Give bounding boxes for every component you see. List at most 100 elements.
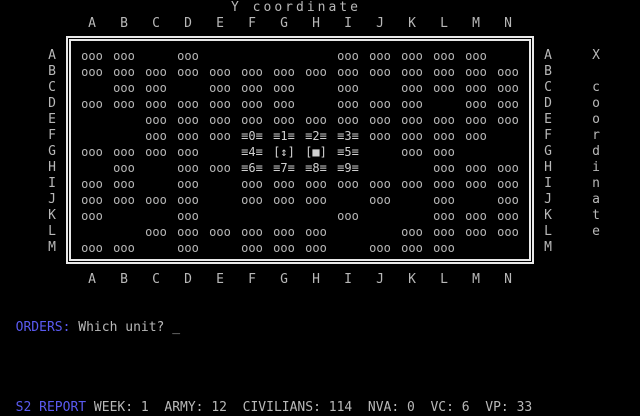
village-cell[interactable]: ooo — [396, 176, 428, 192]
village-cell[interactable]: ooo — [172, 112, 204, 128]
village-cell[interactable]: ooo — [204, 128, 236, 144]
village-cell[interactable]: ooo — [300, 240, 332, 256]
empty-cell[interactable] — [332, 192, 364, 208]
empty-cell[interactable] — [108, 224, 140, 240]
village-cell[interactable]: ooo — [460, 48, 492, 64]
village-cell[interactable]: ooo — [236, 224, 268, 240]
village-cell[interactable]: ooo — [396, 48, 428, 64]
village-cell[interactable]: ooo — [172, 144, 204, 160]
village-cell[interactable]: ooo — [108, 48, 140, 64]
empty-cell[interactable] — [364, 144, 396, 160]
empty-cell[interactable] — [300, 48, 332, 64]
empty-cell[interactable] — [204, 240, 236, 256]
village-cell[interactable]: ooo — [332, 80, 364, 96]
village-cell[interactable]: ooo — [460, 208, 492, 224]
village-cell[interactable]: ooo — [140, 224, 172, 240]
village-cell[interactable]: ooo — [108, 96, 140, 112]
village-cell[interactable]: ooo — [428, 176, 460, 192]
village-cell[interactable]: ooo — [140, 128, 172, 144]
village-cell[interactable]: ooo — [236, 112, 268, 128]
village-cell[interactable]: ooo — [364, 192, 396, 208]
village-cell[interactable]: ooo — [300, 112, 332, 128]
village-cell[interactable]: ooo — [396, 80, 428, 96]
empty-cell[interactable] — [76, 160, 108, 176]
empty-cell[interactable] — [460, 192, 492, 208]
village-cell[interactable]: ooo — [268, 224, 300, 240]
empty-cell[interactable] — [204, 144, 236, 160]
village-cell[interactable]: ooo — [108, 192, 140, 208]
village-cell[interactable]: ooo — [364, 112, 396, 128]
village-cell[interactable]: ooo — [76, 240, 108, 256]
empty-cell[interactable] — [492, 48, 524, 64]
game-board-grid[interactable]: ooo ooo ooo ooo ooo ooo ooo ooo ooo ooo ooo ooo ooo o… — [76, 48, 524, 256]
empty-cell[interactable] — [108, 128, 140, 144]
village-cell[interactable]: ooo — [76, 192, 108, 208]
village-cell[interactable]: ooo — [268, 176, 300, 192]
village-cell[interactable]: ooo — [364, 64, 396, 80]
unit-marker[interactable]: ≡0≡ — [236, 128, 268, 144]
village-cell[interactable]: ooo — [204, 224, 236, 240]
unit-marker[interactable]: ≡7≡ — [268, 160, 300, 176]
village-cell[interactable]: ooo — [428, 48, 460, 64]
village-cell[interactable]: ooo — [428, 144, 460, 160]
village-cell[interactable]: ooo — [300, 176, 332, 192]
village-cell[interactable]: ooo — [364, 48, 396, 64]
unit-marker[interactable]: ≡4≡ — [236, 144, 268, 160]
village-cell[interactable]: ooo — [172, 224, 204, 240]
village-cell[interactable]: ooo — [140, 192, 172, 208]
village-cell[interactable]: ooo — [172, 160, 204, 176]
village-cell[interactable]: ooo — [140, 144, 172, 160]
empty-cell[interactable] — [204, 48, 236, 64]
empty-cell[interactable] — [204, 192, 236, 208]
village-cell[interactable]: ooo — [460, 64, 492, 80]
village-cell[interactable]: ooo — [364, 176, 396, 192]
empty-cell[interactable] — [108, 112, 140, 128]
empty-cell[interactable] — [492, 144, 524, 160]
village-cell[interactable]: ooo — [268, 64, 300, 80]
village-cell[interactable]: ooo — [492, 96, 524, 112]
village-cell[interactable]: ooo — [460, 80, 492, 96]
village-cell[interactable]: ooo — [428, 64, 460, 80]
unit-marker[interactable]: ≡2≡ — [300, 128, 332, 144]
village-cell[interactable]: ooo — [76, 208, 108, 224]
village-cell[interactable]: ooo — [492, 208, 524, 224]
empty-cell[interactable] — [76, 224, 108, 240]
village-cell[interactable]: ooo — [396, 64, 428, 80]
village-cell[interactable]: ooo — [108, 176, 140, 192]
village-cell[interactable]: ooo — [364, 128, 396, 144]
village-cell[interactable]: ooo — [108, 80, 140, 96]
empty-cell[interactable] — [236, 208, 268, 224]
village-cell[interactable]: ooo — [268, 80, 300, 96]
empty-cell[interactable] — [140, 48, 172, 64]
village-cell[interactable]: ooo — [172, 96, 204, 112]
empty-cell[interactable] — [460, 144, 492, 160]
village-cell[interactable]: ooo — [492, 80, 524, 96]
village-cell[interactable]: ooo — [332, 112, 364, 128]
village-cell[interactable]: ooo — [236, 96, 268, 112]
village-cell[interactable]: ooo — [140, 80, 172, 96]
empty-cell[interactable] — [364, 160, 396, 176]
village-cell[interactable]: ooo — [428, 160, 460, 176]
village-cell[interactable]: ooo — [460, 96, 492, 112]
village-cell[interactable]: ooo — [396, 96, 428, 112]
village-cell[interactable]: ooo — [236, 240, 268, 256]
village-cell[interactable]: ooo — [172, 128, 204, 144]
village-cell[interactable]: ooo — [76, 96, 108, 112]
empty-cell[interactable] — [236, 48, 268, 64]
village-cell[interactable]: ooo — [332, 96, 364, 112]
village-cell[interactable]: ooo — [204, 80, 236, 96]
empty-cell[interactable] — [364, 80, 396, 96]
empty-cell[interactable] — [364, 208, 396, 224]
village-cell[interactable]: ooo — [172, 64, 204, 80]
village-cell[interactable]: ooo — [396, 224, 428, 240]
empty-cell[interactable] — [204, 208, 236, 224]
empty-cell[interactable] — [172, 80, 204, 96]
unit-marker[interactable]: [■] — [300, 144, 332, 160]
village-cell[interactable]: ooo — [236, 176, 268, 192]
village-cell[interactable]: ooo — [492, 176, 524, 192]
village-cell[interactable]: ooo — [76, 176, 108, 192]
unit-marker[interactable]: ≡3≡ — [332, 128, 364, 144]
village-cell[interactable]: ooo — [428, 80, 460, 96]
empty-cell[interactable] — [140, 240, 172, 256]
empty-cell[interactable] — [300, 80, 332, 96]
